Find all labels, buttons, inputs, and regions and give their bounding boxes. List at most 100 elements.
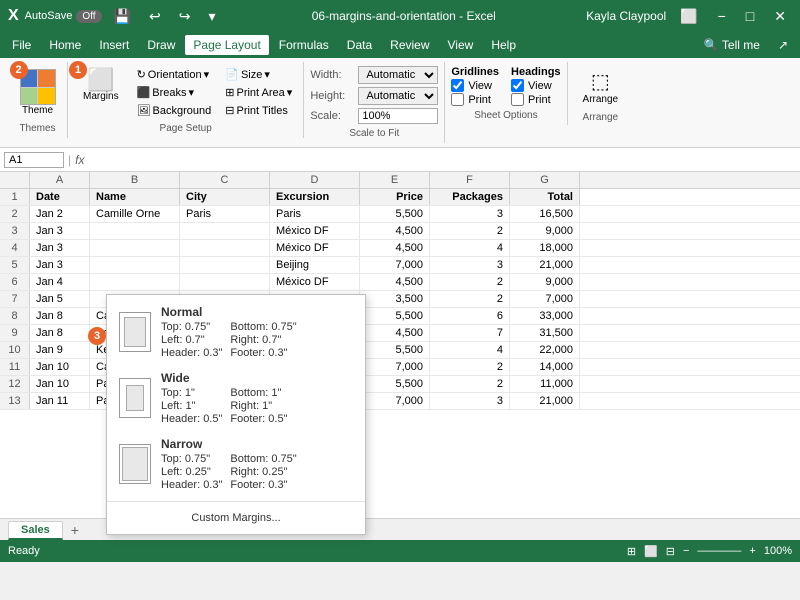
cell-10-f[interactable]: 4 — [430, 342, 510, 358]
share-button[interactable]: ↗ — [770, 35, 796, 55]
size-button[interactable]: 📄 Size ▾ — [220, 66, 297, 83]
cell-3-a[interactable]: Jan 3 — [30, 223, 90, 239]
cell-7-a[interactable]: Jan 5 — [30, 291, 90, 307]
margin-option-normal[interactable]: Normal Top: 0.75" Left: 0.7" Header: 0.3… — [107, 299, 365, 365]
menu-view[interactable]: View — [440, 35, 482, 55]
cell-5-d[interactable]: Beijing — [270, 257, 360, 273]
cell-7-g[interactable]: 7,000 — [510, 291, 580, 307]
cell-4-e[interactable]: 4,500 — [360, 240, 430, 256]
margin-option-wide[interactable]: Wide Top: 1" Left: 1" Header: 0.5" Botto… — [107, 365, 365, 431]
gridlines-print-row[interactable]: Print — [451, 93, 499, 106]
cell-1-e[interactable]: Price — [360, 189, 430, 205]
background-button[interactable]: 🖼 Background — [132, 102, 217, 119]
cell-13-f[interactable]: 3 — [430, 393, 510, 409]
cell-7-f[interactable]: 2 — [430, 291, 510, 307]
cell-8-f[interactable]: 6 — [430, 308, 510, 324]
height-select[interactable]: Automatic — [358, 87, 438, 105]
cell-6-g[interactable]: 9,000 — [510, 274, 580, 290]
cell-10-g[interactable]: 22,000 — [510, 342, 580, 358]
headings-view-check[interactable] — [511, 79, 524, 92]
cell-8-g[interactable]: 33,000 — [510, 308, 580, 324]
autosave-toggle[interactable]: AutoSave Off — [25, 10, 102, 23]
cell-12-f[interactable]: 2 — [430, 376, 510, 392]
cell-6-c[interactable] — [180, 274, 270, 290]
gridlines-print-check[interactable] — [451, 93, 464, 106]
menu-help[interactable]: Help — [483, 35, 524, 55]
tell-me-input[interactable]: 🔍 Tell me — [696, 35, 768, 55]
gridlines-view-check[interactable] — [451, 79, 464, 92]
cell-6-a[interactable]: Jan 4 — [30, 274, 90, 290]
custom-margins-button[interactable]: Custom Margins... — [107, 506, 365, 530]
menu-formulas[interactable]: Formulas — [271, 35, 337, 55]
view-normal-icon[interactable]: ⊞ — [627, 545, 636, 558]
redo-button[interactable]: ↪ — [173, 6, 197, 27]
menu-draw[interactable]: Draw — [139, 35, 183, 55]
cell-12-e[interactable]: 5,500 — [360, 376, 430, 392]
cell-10-a[interactable]: Jan 9 — [30, 342, 90, 358]
sheet-tab-sales[interactable]: Sales — [8, 521, 63, 540]
cell-2-f[interactable]: 3 — [430, 206, 510, 222]
gridlines-view-row[interactable]: View — [451, 79, 499, 92]
view-page-layout-icon[interactable]: ⬜ — [644, 545, 658, 558]
cell-6-e[interactable]: 4,500 — [360, 274, 430, 290]
cell-2-e[interactable]: 5,500 — [360, 206, 430, 222]
zoom-slider[interactable]: ———— — [697, 545, 741, 557]
cell-4-c[interactable] — [180, 240, 270, 256]
cell-11-f[interactable]: 2 — [430, 359, 510, 375]
cell-5-c[interactable] — [180, 257, 270, 273]
cell-9-f[interactable]: 7 — [430, 325, 510, 341]
cell-5-g[interactable]: 21,000 — [510, 257, 580, 273]
cell-4-g[interactable]: 18,000 — [510, 240, 580, 256]
cell-3-d[interactable]: México DF — [270, 223, 360, 239]
margins-button[interactable]: 1 ⬜ Margins — [74, 66, 128, 105]
cell-1-c[interactable]: City — [180, 189, 270, 205]
cell-2-a[interactable]: Jan 2 — [30, 206, 90, 222]
ribbon-toggle-button[interactable]: ⬜ — [674, 6, 703, 27]
cell-6-f[interactable]: 2 — [430, 274, 510, 290]
cell-2-c[interactable]: Paris — [180, 206, 270, 222]
cell-5-f[interactable]: 3 — [430, 257, 510, 273]
menu-review[interactable]: Review — [382, 35, 437, 55]
headings-print-check[interactable] — [511, 93, 524, 106]
add-sheet-button[interactable]: + — [65, 520, 85, 540]
cell-9-e[interactable]: 4,500 — [360, 325, 430, 341]
headings-view-row[interactable]: View — [511, 79, 561, 92]
cell-7-e[interactable]: 3,500 — [360, 291, 430, 307]
cell-1-b[interactable]: Name — [90, 189, 180, 205]
cell-8-a[interactable]: Jan 8 — [30, 308, 90, 324]
menu-data[interactable]: Data — [339, 35, 380, 55]
menu-file[interactable]: File — [4, 35, 39, 55]
cell-3-g[interactable]: 9,000 — [510, 223, 580, 239]
cell-4-d[interactable]: México DF — [270, 240, 360, 256]
cell-4-f[interactable]: 4 — [430, 240, 510, 256]
cell-8-e[interactable]: 5,500 — [360, 308, 430, 324]
cell-2-b[interactable]: Camille Orne — [90, 206, 180, 222]
menu-insert[interactable]: Insert — [91, 35, 137, 55]
cell-12-g[interactable]: 11,000 — [510, 376, 580, 392]
close-button[interactable]: ✕ — [768, 6, 792, 27]
breaks-button[interactable]: ⬛ Breaks ▾ — [132, 84, 217, 101]
theme-button[interactable]: 2 Theme — [15, 66, 61, 119]
maximize-button[interactable]: □ — [740, 6, 760, 26]
cell-5-e[interactable]: 7,000 — [360, 257, 430, 273]
view-page-break-icon[interactable]: ⊟ — [666, 545, 675, 558]
name-box[interactable] — [4, 152, 64, 168]
cell-2-g[interactable]: 16,500 — [510, 206, 580, 222]
cell-1-d[interactable]: Excursion — [270, 189, 360, 205]
cell-3-b[interactable] — [90, 223, 180, 239]
cell-6-d[interactable]: México DF — [270, 274, 360, 290]
cell-11-g[interactable]: 14,000 — [510, 359, 580, 375]
cell-5-b[interactable] — [90, 257, 180, 273]
scale-input[interactable] — [358, 108, 438, 124]
cell-4-a[interactable]: Jan 3 — [30, 240, 90, 256]
cell-12-a[interactable]: Jan 10 — [30, 376, 90, 392]
cell-5-a[interactable]: Jan 3 — [30, 257, 90, 273]
width-select[interactable]: Automatic — [358, 66, 438, 84]
cell-4-b[interactable] — [90, 240, 180, 256]
zoom-out-button[interactable]: − — [683, 545, 689, 557]
cell-13-e[interactable]: 7,000 — [360, 393, 430, 409]
undo-button[interactable]: ↩ — [143, 6, 167, 27]
cell-6-b[interactable] — [90, 274, 180, 290]
orientation-button[interactable]: ↻ Orientation ▾ — [132, 66, 217, 83]
cell-2-d[interactable]: Paris — [270, 206, 360, 222]
